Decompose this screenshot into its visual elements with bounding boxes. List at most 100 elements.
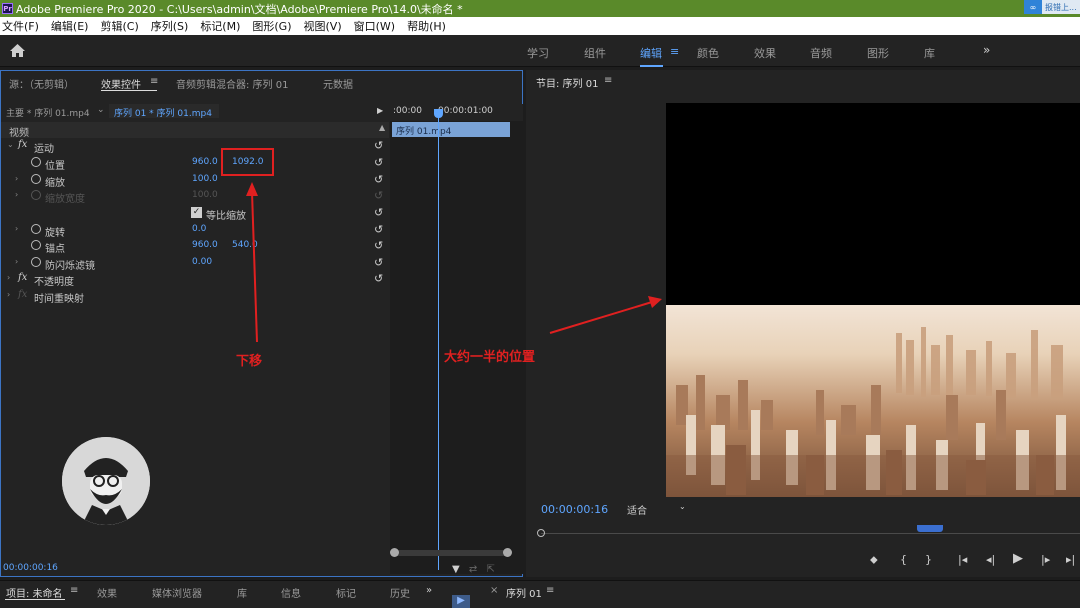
menu-sequence[interactable]: 序列(S) [151, 18, 189, 34]
tab-project[interactable]: 项目: 未命名 [6, 585, 63, 600]
loop-icon[interactable]: ⇄ [469, 564, 477, 575]
upload-badge[interactable]: ∞ 报错上... [1024, 0, 1080, 14]
reset-icon[interactable]: ↺ [374, 156, 383, 169]
twirl-right-icon[interactable]: › [7, 290, 10, 299]
play-triangle-icon[interactable]: ▶ [377, 106, 383, 115]
workspace-graphics[interactable]: 图形 [867, 45, 889, 61]
reset-icon[interactable]: ↺ [374, 223, 383, 236]
twirl-right-icon[interactable]: › [15, 224, 18, 233]
menu-edit[interactable]: 编辑(E) [51, 18, 89, 34]
selection-tool-icon[interactable]: ▶ [452, 595, 470, 608]
stopwatch-icon[interactable] [31, 157, 41, 167]
anchor-y-value[interactable]: 540.0 [232, 240, 258, 250]
home-icon[interactable] [9, 43, 26, 58]
tab-markers[interactable]: 标记 [336, 585, 356, 600]
tab-metadata[interactable]: 元数据 [323, 76, 353, 91]
scroll-handle-left[interactable] [390, 548, 399, 557]
playhead-line[interactable] [438, 110, 439, 570]
workspace-more-icon[interactable]: » [983, 43, 990, 57]
mark-in-icon[interactable]: { [900, 553, 907, 566]
close-tab-icon[interactable]: × [490, 585, 498, 596]
workspace-menu-icon[interactable]: ≡ [670, 45, 679, 58]
step-forward-icon[interactable]: |▸ [1041, 553, 1050, 566]
stopwatch-icon[interactable] [31, 240, 41, 250]
workspace-assembly[interactable]: 组件 [584, 45, 606, 61]
twirl-right-icon[interactable]: › [15, 257, 18, 266]
rotation-value[interactable]: 0.0 [192, 224, 206, 234]
motion-row[interactable]: ⌄ fx 运动 ↺ [1, 138, 389, 155]
reset-icon[interactable]: ↺ [374, 173, 383, 186]
add-marker-icon[interactable]: ⬥ [870, 553, 878, 567]
tab-effects[interactable]: 效果 [97, 585, 117, 600]
time-remap-row[interactable]: › fx 时间重映射 [1, 288, 389, 305]
sequence-clip-selector[interactable]: 序列 01 * 序列 01.mp4 [109, 104, 219, 119]
menu-clip[interactable]: 剪辑(C) [100, 18, 138, 34]
stopwatch-icon[interactable] [31, 224, 41, 234]
workspace-effects[interactable]: 效果 [754, 45, 776, 61]
collapse-up-icon[interactable]: ▲ [379, 123, 385, 132]
workspace-libraries[interactable]: 库 [924, 45, 935, 61]
effect-timeline[interactable]: :00:00 00:00:01:00 序列 01.mp4 ▼ ⇄ ⇱ [390, 104, 523, 575]
program-timecode[interactable]: 00:00:00:16 [541, 503, 608, 516]
tab-effect-controls[interactable]: 效果控件 [101, 76, 141, 91]
zoom-handle[interactable] [537, 529, 545, 537]
workspace-editing[interactable]: 编辑 [640, 45, 662, 61]
go-to-out-icon[interactable]: ▸| [1066, 553, 1075, 566]
bottom-more-icon[interactable]: » [426, 585, 432, 596]
opacity-row[interactable]: › fx 不透明度 ↺ [1, 271, 389, 288]
uniform-scale-checkbox[interactable]: ✓ [191, 207, 202, 218]
mark-out-icon[interactable]: } [925, 553, 932, 566]
menu-file[interactable]: 文件(F) [2, 18, 39, 34]
reset-icon[interactable]: ↺ [374, 272, 383, 285]
zoom-scrollbar[interactable] [390, 548, 512, 557]
tab-libraries[interactable]: 库 [237, 585, 247, 600]
tab-audio-mixer[interactable]: 音频剪辑混合器: 序列 01 [176, 76, 288, 91]
master-clip-label[interactable]: 主要 * 序列 01.mp4 [6, 106, 90, 119]
workspace-audio[interactable]: 音频 [810, 45, 832, 61]
menu-graphics[interactable]: 图形(G) [252, 18, 291, 34]
menu-help[interactable]: 帮助(H) [407, 18, 446, 34]
tab-menu-icon[interactable]: ≡ [150, 76, 158, 87]
program-menu-icon[interactable]: ≡ [604, 75, 612, 86]
fx-icon[interactable]: fx [18, 272, 27, 283]
video-viewer[interactable] [666, 103, 1080, 497]
tab-media-browser[interactable]: 媒体浏览器 [152, 585, 202, 600]
filter-icon[interactable]: ▼ [452, 564, 460, 575]
workspace-learn[interactable]: 学习 [527, 45, 549, 61]
reset-icon[interactable]: ↺ [374, 256, 383, 269]
twirl-right-icon[interactable]: › [7, 273, 10, 282]
program-playhead[interactable] [917, 525, 943, 532]
fit-dropdown[interactable]: 适合 ⌄ [627, 502, 689, 517]
export-icon[interactable]: ⇱ [486, 564, 494, 575]
twirl-right-icon[interactable]: › [15, 174, 18, 183]
step-back-icon[interactable]: ◂| [986, 553, 995, 566]
tab-info[interactable]: 信息 [281, 585, 301, 600]
position-x-value[interactable]: 960.0 [192, 157, 218, 167]
tab-sequence[interactable]: 序列 01 [506, 585, 542, 600]
tab-history[interactable]: 历史 [390, 585, 410, 600]
reset-icon[interactable]: ↺ [374, 239, 383, 252]
reset-icon[interactable]: ↺ [374, 139, 383, 152]
project-menu-icon[interactable]: ≡ [70, 585, 78, 596]
playhead-handle[interactable] [434, 109, 443, 118]
twirl-down-icon[interactable]: ⌄ [7, 140, 14, 149]
menu-markers[interactable]: 标记(M) [200, 18, 240, 34]
menu-window[interactable]: 窗口(W) [354, 18, 395, 34]
scale-value[interactable]: 100.0 [192, 174, 218, 184]
anchor-x-value[interactable]: 960.0 [192, 240, 218, 250]
time-ruler[interactable]: :00:00 00:00:01:00 [390, 104, 523, 121]
go-to-in-icon[interactable]: |◂ [958, 553, 967, 566]
program-title[interactable]: 节目: 序列 01 [536, 75, 598, 90]
chevron-down-icon[interactable]: ⌄ [97, 105, 105, 115]
stopwatch-icon[interactable] [31, 174, 41, 184]
flicker-value[interactable]: 0.00 [192, 257, 212, 267]
play-icon[interactable]: ▶ [1013, 551, 1023, 566]
workspace-color[interactable]: 颜色 [697, 45, 719, 61]
timeline-clip[interactable]: 序列 01.mp4 [392, 122, 510, 137]
menu-view[interactable]: 视图(V) [304, 18, 342, 34]
fx-icon[interactable]: fx [18, 139, 27, 150]
tab-source[interactable]: 源：（无剪辑） [9, 76, 74, 91]
program-time-ruler[interactable] [537, 525, 1080, 541]
scroll-handle-right[interactable] [503, 548, 512, 557]
reset-icon[interactable]: ↺ [374, 206, 383, 219]
